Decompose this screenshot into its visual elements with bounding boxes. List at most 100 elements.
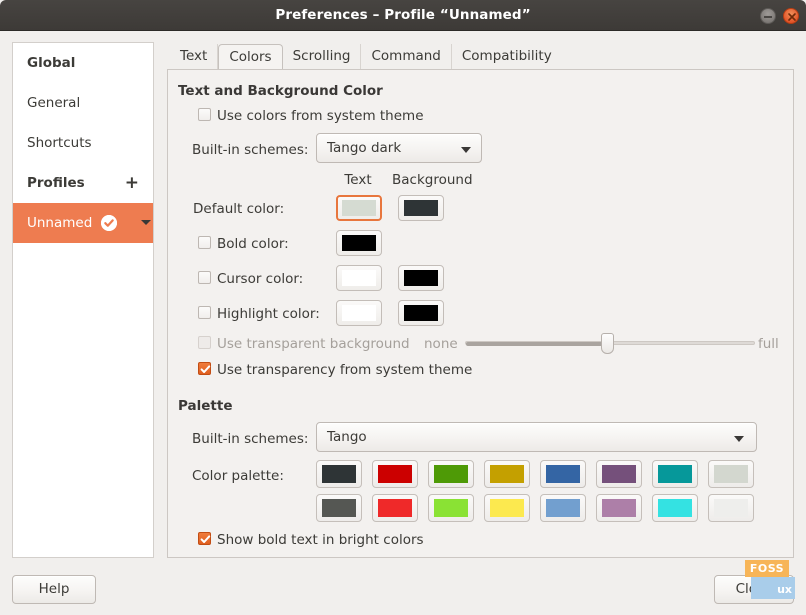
sidebar-item-label: General [27,95,80,111]
tab-colors[interactable]: Colors [218,44,282,70]
add-profile-button[interactable]: + [125,163,139,203]
palette-builtin-schemes-dropdown[interactable]: Tango [316,422,757,452]
sidebar-item-label: Unnamed [27,215,92,231]
use-transparent-background-checkbox[interactable] [198,336,211,349]
sidebar-item-general[interactable]: General [13,83,153,123]
watermark-foss: FOSS [745,560,789,577]
default-color-label: Default color: [193,200,284,218]
swatch-fill [658,465,692,483]
use-system-theme-colors-label: Use colors from system theme [217,107,424,125]
tab-label: Colors [229,49,271,65]
swatch-fill [546,499,580,517]
palette-swatch-normal-3[interactable] [484,460,530,488]
text-and-background-color-heading: Text and Background Color [178,83,383,99]
palette-heading: Palette [178,398,233,414]
sidebar: Global General Shortcuts Profiles + Unna… [12,42,154,558]
color-palette-label: Color palette: [192,467,284,485]
highlight-color-label: Highlight color: [217,305,320,323]
highlight-background-color-swatch[interactable] [398,300,444,326]
palette-swatch-normal-7[interactable] [708,460,754,488]
profile-default-check-icon[interactable] [101,215,117,231]
transparency-slider-handle[interactable] [601,333,614,354]
watermark-ux: ux [751,577,795,599]
palette-swatch-bright-4[interactable] [540,494,586,522]
default-background-color-swatch[interactable] [398,195,444,221]
sidebar-item-unnamed-profile[interactable]: Unnamed [13,203,153,243]
sidebar-item-shortcuts[interactable]: Shortcuts [13,123,153,163]
swatch-fill [490,499,524,517]
use-system-theme-colors-checkbox[interactable] [198,108,211,121]
palette-swatch-bright-1[interactable] [372,494,418,522]
window-title: Preferences – Profile “Unnamed” [0,0,806,30]
palette-swatch-bright-0[interactable] [316,494,362,522]
palette-swatch-bright-5[interactable] [596,494,642,522]
text-builtin-schemes-value: Tango dark [327,134,401,163]
background-column-header: Background [392,171,473,189]
text-column-header: Text [333,171,383,189]
swatch-fill [658,499,692,517]
tab-command[interactable]: Command [361,44,451,69]
palette-swatch-bright-6[interactable] [652,494,698,522]
highlight-text-color-swatch[interactable] [336,300,382,326]
palette-swatch-normal-6[interactable] [652,460,698,488]
palette-swatch-normal-4[interactable] [540,460,586,488]
palette-swatch-bright-3[interactable] [484,494,530,522]
sidebar-section-profiles: Profiles + [13,163,153,203]
window-titlebar: Preferences – Profile “Unnamed” [0,0,806,31]
tab-label: Text [180,48,207,64]
cursor-text-color-swatch[interactable] [336,265,382,291]
profile-menu-chevron-down-icon[interactable] [141,220,151,225]
text-builtin-schemes-label: Built-in schemes: [192,141,308,159]
tab-label: Command [371,48,440,64]
bold-color-label: Bold color: [217,235,289,253]
swatch-fill [546,465,580,483]
swatch-fill [342,270,376,286]
tab-scrolling[interactable]: Scrolling [283,44,362,69]
cursor-color-label: Cursor color: [217,270,303,288]
cursor-background-color-swatch[interactable] [398,265,444,291]
swatch-fill [434,465,468,483]
palette-builtin-schemes-label: Built-in schemes: [192,430,308,448]
palette-swatch-normal-0[interactable] [316,460,362,488]
minimize-icon[interactable] [760,8,776,24]
palette-swatch-bright-2[interactable] [428,494,474,522]
close-icon[interactable] [783,8,799,24]
slider-min-label: none [424,335,458,353]
close-x-glyph [786,11,798,23]
show-bold-bright-checkbox[interactable] [198,532,211,545]
tab-compatibility[interactable]: Compatibility [452,44,562,69]
sidebar-item-label: Profiles [27,175,85,191]
swatch-fill [322,499,356,517]
tab-label: Scrolling [293,48,351,64]
use-system-transparency-label: Use transparency from system theme [217,361,472,379]
swatch-fill [378,465,412,483]
default-text-color-swatch[interactable] [336,195,382,221]
palette-swatch-normal-1[interactable] [372,460,418,488]
swatch-fill [378,499,412,517]
swatch-fill [714,499,748,517]
swatch-fill [342,305,376,321]
swatch-fill [404,305,438,321]
use-system-transparency-checkbox[interactable] [198,362,211,375]
sidebar-item-label: Global [27,55,75,71]
check-circle-glyph [101,215,117,231]
chevron-down-icon [734,436,744,442]
sidebar-item-global[interactable]: Global [13,43,153,83]
palette-builtin-schemes-value: Tango [327,423,367,452]
transparency-slider-fill [466,342,608,346]
checkmark-glyph [200,534,211,545]
highlight-color-checkbox[interactable] [198,306,211,319]
cursor-color-checkbox[interactable] [198,271,211,284]
swatch-fill [342,235,376,251]
help-button[interactable]: Help [12,575,96,604]
palette-swatch-normal-5[interactable] [596,460,642,488]
chevron-down-icon [461,147,471,153]
palette-swatch-bright-7[interactable] [708,494,754,522]
text-builtin-schemes-dropdown[interactable]: Tango dark [316,133,482,163]
bold-color-checkbox[interactable] [198,236,211,249]
tab-text[interactable]: Text [170,44,218,69]
palette-swatch-normal-2[interactable] [428,460,474,488]
show-bold-bright-label: Show bold text in bright colors [217,531,424,549]
bold-text-color-swatch[interactable] [336,230,382,256]
swatch-fill [602,499,636,517]
